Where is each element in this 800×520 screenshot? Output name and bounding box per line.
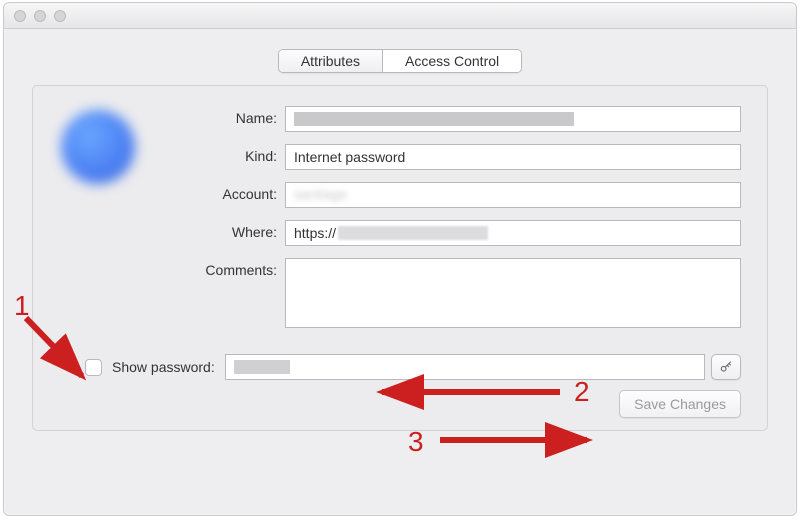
account-label: Account: xyxy=(189,182,285,202)
name-label: Name: xyxy=(189,106,285,126)
attributes-panel: Name: Kind: Account: santiago Where: htt… xyxy=(32,85,768,431)
annotation-arrow-3 xyxy=(432,432,602,452)
minimize-icon[interactable] xyxy=(34,10,46,22)
key-icon xyxy=(719,360,733,374)
kind-label: Kind: xyxy=(189,144,285,164)
where-prefix: https:// xyxy=(294,225,336,241)
redacted-password xyxy=(234,360,290,374)
titlebar xyxy=(4,3,796,29)
tab-bar: Attributes Access Control xyxy=(4,29,796,85)
item-icon xyxy=(61,110,135,184)
reveal-password-button[interactable] xyxy=(711,354,741,380)
zoom-icon[interactable] xyxy=(54,10,66,22)
show-password-label: Show password: xyxy=(112,359,223,375)
annotation-arrow-1 xyxy=(20,302,110,392)
name-field[interactable] xyxy=(285,106,741,132)
redacted-account: santiago xyxy=(294,186,347,202)
redacted-host xyxy=(338,226,488,240)
annotation-arrow-2 xyxy=(370,384,570,404)
tab-access-control[interactable]: Access Control xyxy=(382,50,521,72)
traffic-lights xyxy=(14,10,66,22)
where-field[interactable]: https:// xyxy=(285,220,741,246)
redacted-name xyxy=(294,112,574,126)
password-field[interactable] xyxy=(225,354,705,380)
tab-attributes[interactable]: Attributes xyxy=(279,50,382,72)
account-field[interactable]: santiago xyxy=(285,182,741,208)
comments-label: Comments: xyxy=(189,258,285,278)
kind-field[interactable] xyxy=(285,144,741,170)
save-changes-button[interactable]: Save Changes xyxy=(619,390,741,418)
close-icon[interactable] xyxy=(14,10,26,22)
where-label: Where: xyxy=(189,220,285,240)
comments-field[interactable] xyxy=(285,258,741,328)
